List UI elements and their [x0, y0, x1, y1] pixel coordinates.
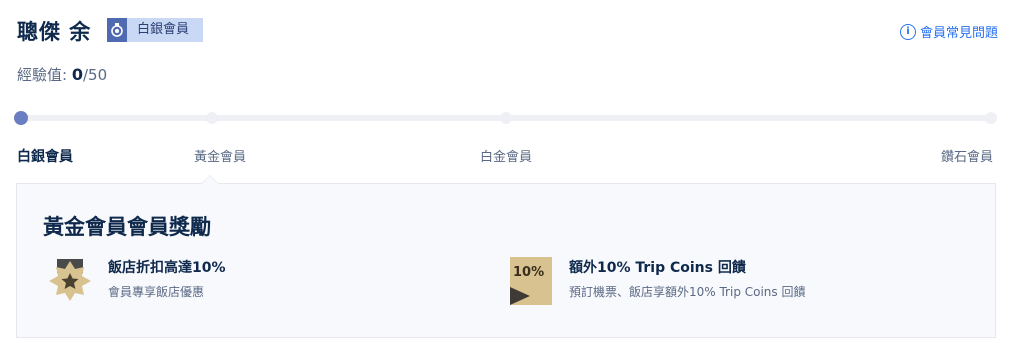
benefit-title: 額外10% Trip Coins 回饋 [569, 260, 746, 276]
tier-label-diamond[interactable]: 鑽石會員 [941, 146, 993, 165]
faq-link[interactable]: i 會員常見問題 [899, 22, 998, 41]
progress-dot-silver [14, 111, 28, 125]
hotel-discount-star-icon [44, 257, 96, 313]
experience-total: /50 [82, 66, 108, 84]
trip-coins-10-percent-icon: 10% [510, 257, 552, 305]
medal-icon [107, 18, 127, 42]
faq-link-label: 會員常見問題 [919, 26, 998, 41]
progress-dot-gold [206, 112, 218, 124]
experience-label: 經驗值: [17, 66, 72, 84]
tier-badge: 白銀會員 [107, 18, 204, 42]
rewards-title: 黃金會員會員獎勵 [43, 215, 211, 239]
tier-label-platinum[interactable]: 白金會員 [480, 146, 532, 165]
tier-badge-label: 白銀會員 [127, 18, 204, 42]
tier-label-gold[interactable]: 黃金會員 [194, 146, 246, 165]
tier-label-silver: 白銀會員 [17, 149, 73, 165]
benefit-title: 飯店折扣高達10% [108, 260, 226, 276]
user-name: 聰傑 余 [17, 20, 92, 44]
experience-row: 經驗值: 0/50 [17, 64, 107, 85]
progress-dot-platinum [500, 112, 512, 124]
benefit-subtitle: 會員專享飯店優惠 [108, 285, 205, 299]
rewards-panel-pointer [201, 175, 219, 184]
trip-coins-badge-text: 10% [513, 265, 545, 280]
benefit-subtitle: 預訂機票、飯店享額外10% Trip Coins 回饋 [569, 285, 806, 299]
benefit-item-hotel-discount: 飯店折扣高達10% 會員專享飯店優惠 [44, 257, 226, 313]
info-icon: i [899, 23, 916, 40]
progress-dot-diamond [985, 112, 997, 124]
benefit-item-trip-coins: 10% 額外10% Trip Coins 回饋 預訂機票、飯店享額外10% Tr… [510, 257, 805, 305]
experience-current: 0 [71, 65, 83, 84]
